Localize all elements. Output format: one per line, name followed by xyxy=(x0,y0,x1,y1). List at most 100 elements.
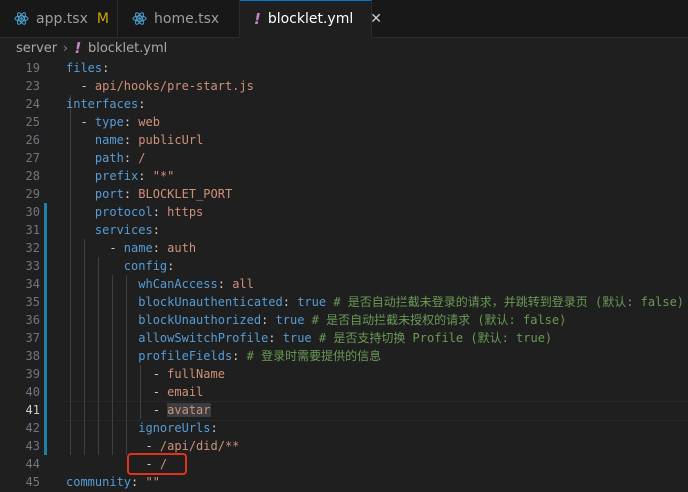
yaml-comment: # 是否自动拦截未登录的请求，并跳转到登录页 (默认: false) xyxy=(326,295,685,309)
code-line[interactable]: 23 - api/hooks/pre-start.js xyxy=(0,77,688,95)
line-number: 45 xyxy=(25,475,40,489)
breadcrumb-file[interactable]: blocklet.yml xyxy=(88,41,167,56)
code-line[interactable]: 34 whCanAccess: all xyxy=(0,275,688,293)
yaml-punctuation: : xyxy=(152,223,160,237)
code-text: - type: web xyxy=(66,113,160,131)
yaml-value: https xyxy=(167,205,204,219)
line-number: 32 xyxy=(25,241,40,255)
yaml-key: blockUnauthenticated xyxy=(138,295,283,309)
code-text: profileFields: # 登录时需要提供的信息 xyxy=(66,347,381,365)
code-line[interactable]: 25 - type: web xyxy=(0,113,688,131)
code-text: blockUnauthorized: true # 是否自动拦截未授权的请求 (… xyxy=(66,311,566,329)
yaml-value: all xyxy=(232,277,254,291)
yaml-key: profileFields xyxy=(138,349,233,363)
yaml-key: files xyxy=(66,61,103,75)
yaml-key: name xyxy=(123,241,153,255)
yaml-punctuation xyxy=(66,151,95,165)
yaml-value: publicUrl xyxy=(138,133,204,147)
code-text: path: / xyxy=(66,149,146,167)
line-number: 36 xyxy=(25,313,40,327)
code-line[interactable]: 35 blockUnauthenticated: true # 是否自动拦截未登… xyxy=(0,293,688,311)
yaml-punctuation xyxy=(66,187,95,201)
yaml-punctuation: - xyxy=(66,115,95,129)
code-editor[interactable]: 19 files: 23 - api/hooks/pre-start.js 24 int… xyxy=(0,59,688,492)
line-number: 40 xyxy=(25,385,40,399)
yaml-value: BLOCKLET_PORT xyxy=(138,187,233,201)
code-line[interactable]: 37 allowSwitchProfile: true # 是否支持切换 Pro… xyxy=(0,329,688,347)
code-text: - api/hooks/pre-start.js xyxy=(66,77,253,95)
code-text: interfaces: xyxy=(66,95,145,113)
code-line[interactable]: 39 - fullName xyxy=(0,365,688,383)
yaml-punctuation xyxy=(66,133,95,147)
code-line[interactable]: 36 blockUnauthorized: true # 是否自动拦截未授权的请… xyxy=(0,311,688,329)
yaml-key: config xyxy=(123,259,168,273)
yaml-punctuation: : xyxy=(123,133,139,147)
code-line[interactable]: 45 community: "" xyxy=(0,473,688,491)
yaml-key: interfaces xyxy=(66,97,139,111)
react-icon xyxy=(14,12,29,25)
code-text: - fullName xyxy=(66,365,225,383)
code-line[interactable]: 28 prefix: "*" xyxy=(0,167,688,185)
yaml-key: services xyxy=(94,223,153,237)
line-number: 25 xyxy=(25,115,40,129)
code-text: whCanAccess: all xyxy=(66,275,254,293)
code-text: prefix: "*" xyxy=(66,167,175,185)
yaml-key: path xyxy=(94,151,124,165)
yaml-punctuation xyxy=(66,331,138,345)
yaml-punctuation: : xyxy=(138,169,153,183)
yaml-punctuation xyxy=(66,313,138,327)
code-line[interactable]: 29 port: BLOCKLET_PORT xyxy=(0,185,688,203)
tab-blocklet-yml[interactable]: ! blocklet.yml ✕ xyxy=(240,0,382,38)
yaml-comment: # 是否支持切换 Profile (默认: true) xyxy=(311,331,553,345)
code-text: config: xyxy=(66,257,175,275)
line-number: 28 xyxy=(25,169,40,183)
react-icon xyxy=(132,12,147,25)
code-line[interactable]: 19 files: xyxy=(0,59,688,77)
yaml-punctuation: : xyxy=(268,331,283,345)
breadcrumb-folder[interactable]: server xyxy=(16,41,57,56)
yaml-key: port xyxy=(94,187,124,201)
yaml-punctuation xyxy=(66,295,138,309)
code-text: - /api/did/** xyxy=(66,437,239,455)
yaml-punctuation: : xyxy=(138,97,146,111)
code-text: ignoreUrls: xyxy=(66,419,217,437)
yaml-punctuation: - xyxy=(66,241,124,255)
tab-home-tsx[interactable]: home.tsx xyxy=(118,0,240,37)
code-line[interactable]: 43 - /api/did/** xyxy=(0,437,688,455)
line-number: 42 xyxy=(25,421,40,435)
code-line[interactable]: 38 profileFields: # 登录时需要提供的信息 xyxy=(0,347,688,365)
close-icon[interactable]: ✕ xyxy=(370,11,382,27)
yaml-value: email xyxy=(167,385,204,399)
yaml-key: name xyxy=(94,133,124,147)
yaml-punctuation: : xyxy=(123,115,139,129)
yaml-value: / xyxy=(159,457,168,471)
yaml-key: type xyxy=(94,115,124,129)
tab-app-tsx[interactable]: app.tsx M xyxy=(0,0,118,37)
code-line[interactable]: 41 - avatar xyxy=(0,401,688,419)
code-line[interactable]: 27 path: / xyxy=(0,149,688,167)
yaml-boolean: true xyxy=(282,331,312,345)
code-line[interactable]: 24 interfaces: xyxy=(0,95,688,113)
yaml-comment: # 登录时需要提供的信息 xyxy=(239,349,382,363)
yaml-value: auth xyxy=(167,241,197,255)
code-line[interactable]: 31 services: xyxy=(0,221,688,239)
code-line[interactable]: 44 - / xyxy=(0,455,688,473)
code-line[interactable]: 40 - email xyxy=(0,383,688,401)
code-line[interactable]: 42 ignoreUrls: xyxy=(0,419,688,437)
yaml-value: /api/did/** xyxy=(159,439,240,453)
code-line[interactable]: 26 name: publicUrl xyxy=(0,131,688,149)
yaml-punctuation xyxy=(66,205,95,219)
yaml-punctuation: : xyxy=(261,313,276,327)
yaml-punctuation: : xyxy=(123,187,139,201)
code-line[interactable]: 32 - name: auth xyxy=(0,239,688,257)
yaml-punctuation: : xyxy=(282,295,298,309)
code-line[interactable]: 33 config: xyxy=(0,257,688,275)
yaml-exclamation-icon: ! xyxy=(254,10,261,28)
yaml-punctuation xyxy=(66,259,124,273)
yaml-key: protocol xyxy=(94,205,153,219)
code-line[interactable]: 30 protocol: https xyxy=(0,203,688,221)
code-text: files: xyxy=(66,59,109,77)
code-text: community: "" xyxy=(66,473,160,491)
line-number: 33 xyxy=(25,259,40,273)
line-number: 31 xyxy=(25,223,40,237)
